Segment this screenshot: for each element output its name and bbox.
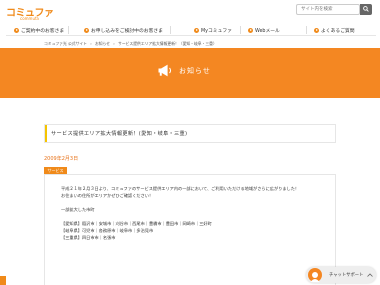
- logo-subtext: commufa: [20, 16, 39, 21]
- page-edge-mark: [0, 276, 6, 285]
- page-hero-banner: お知らせ: [0, 48, 380, 98]
- search-button[interactable]: [360, 4, 372, 15]
- article-text: 平成２１年２月３日より、コミュファのサービス提供エリア内の一部において、ご利用い…: [61, 185, 331, 241]
- nav-divider: [240, 26, 241, 34]
- article-date: 2009年2月3日: [44, 156, 79, 162]
- page-title: お知らせ: [179, 66, 211, 75]
- commufa-logo[interactable]: コミュファ commufa: [6, 4, 54, 24]
- area-list-aichi: 【愛知県】稲沢市｜安城市｜刈谷市｜西尾市｜豊橋市｜豊田市｜岡崎市｜三好町: [61, 221, 212, 226]
- arrow-circle-icon: [84, 27, 89, 33]
- nav-divider: [68, 26, 69, 34]
- category-tag: サービス: [44, 167, 67, 174]
- breadcrumb-current: サービス提供エリア拡大情報更新！（愛知・岐阜・三重）: [118, 41, 217, 46]
- nav-my-commufa[interactable]: Myコミュファ: [194, 25, 232, 35]
- arrow-circle-icon: [194, 27, 199, 33]
- nav-label: お申し込みをご検討中のお客さま: [91, 28, 163, 34]
- site-header: コミュファ commufa ご契約中のお客さま お申し込みをご検討中のお客さま …: [0, 0, 380, 38]
- arrow-circle-icon: [314, 27, 319, 33]
- nav-webmail[interactable]: Webメール: [248, 25, 280, 35]
- area-list-mie: 【三重県】四日市市｜名張市: [61, 235, 116, 240]
- breadcrumb-separator: ›: [113, 41, 115, 46]
- breadcrumb-home-link[interactable]: コミュファ光 公式サイト: [44, 41, 87, 46]
- article-body: 平成２１年２月３日より、コミュファのサービス提供エリア内の一部において、ご利用い…: [44, 174, 336, 285]
- breadcrumb-news-link[interactable]: お知らせ: [95, 41, 110, 46]
- nav-label: よくあるご質問: [321, 28, 355, 34]
- nav-new-customers[interactable]: お申し込みをご検討中のお客さま: [84, 25, 163, 35]
- nav-faq[interactable]: よくあるご質問: [314, 25, 355, 35]
- body-subheading: 一部拡大した市町: [61, 207, 95, 212]
- body-paragraph: お住まいの住所がエリアかぜひご確認ください！: [61, 193, 154, 198]
- area-list-gifu: 【岐阜県】可児市｜各務原市｜岐阜市｜多治見市: [61, 228, 154, 233]
- nav-existing-customers[interactable]: ご契約中のお客さま: [14, 25, 64, 35]
- chat-support-button[interactable]: チャットサポート: [306, 267, 376, 283]
- body-paragraph: 平成２１年２月３日より、コミュファのサービス提供エリア内の一部において、ご利用い…: [61, 186, 300, 191]
- chat-avatar-icon: [308, 268, 322, 282]
- nav-divider: [170, 26, 171, 34]
- chevron-up-icon: [367, 273, 373, 277]
- nav-label: Myコミュファ: [201, 28, 232, 34]
- article-title: サービス提供エリア拡大情報更新！(愛知・岐阜・三重): [51, 131, 188, 137]
- breadcrumb: コミュファ光 公式サイト › お知らせ › サービス提供エリア拡大情報更新！（愛…: [44, 41, 219, 47]
- search-input[interactable]: [296, 4, 360, 15]
- arrow-circle-icon: [248, 27, 253, 33]
- hero-heading: お知らせ: [157, 64, 211, 77]
- nav-divider: [306, 26, 307, 34]
- arrow-circle-icon: [14, 27, 19, 33]
- chat-label: チャットサポート: [329, 273, 364, 278]
- title-accent-bar: [45, 125, 47, 142]
- megaphone-icon: [158, 64, 172, 77]
- nav-label: Webメール: [255, 28, 280, 34]
- nav-label: ご契約中のお客さま: [21, 28, 65, 34]
- nav-underline: [6, 35, 376, 36]
- breadcrumb-separator: ›: [90, 41, 92, 46]
- article-title-box: サービス提供エリア拡大情報更新！(愛知・岐阜・三重): [44, 124, 336, 143]
- search-icon: [363, 6, 369, 12]
